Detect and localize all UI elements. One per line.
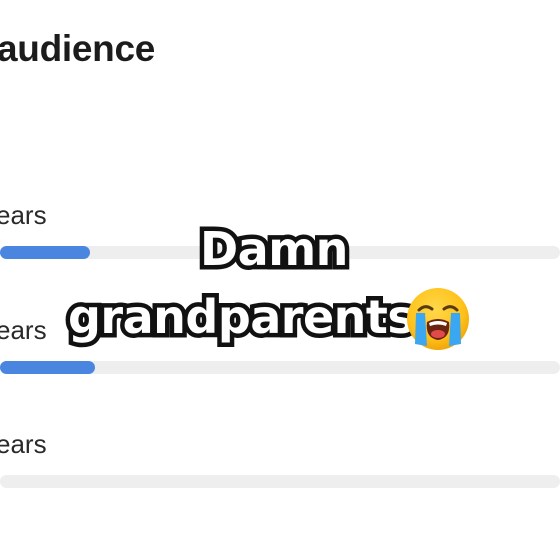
- age-group-bar-fill: [0, 246, 90, 259]
- loudly-crying-face-icon: [407, 288, 469, 350]
- age-group-bar-track: [0, 246, 560, 259]
- audience-screen: audience ears ears ears Damn grandparent…: [0, 0, 560, 560]
- age-group-label: ears: [0, 315, 47, 345]
- age-group-label: ears: [0, 200, 47, 230]
- age-group-bar-track: [0, 361, 560, 374]
- age-group-bar-track: [0, 475, 560, 488]
- age-group-label: ears: [0, 429, 47, 459]
- caption-line-2: grandparents: [63, 286, 419, 349]
- section-title: audience: [0, 28, 155, 69]
- age-group-bar-fill: [0, 361, 95, 374]
